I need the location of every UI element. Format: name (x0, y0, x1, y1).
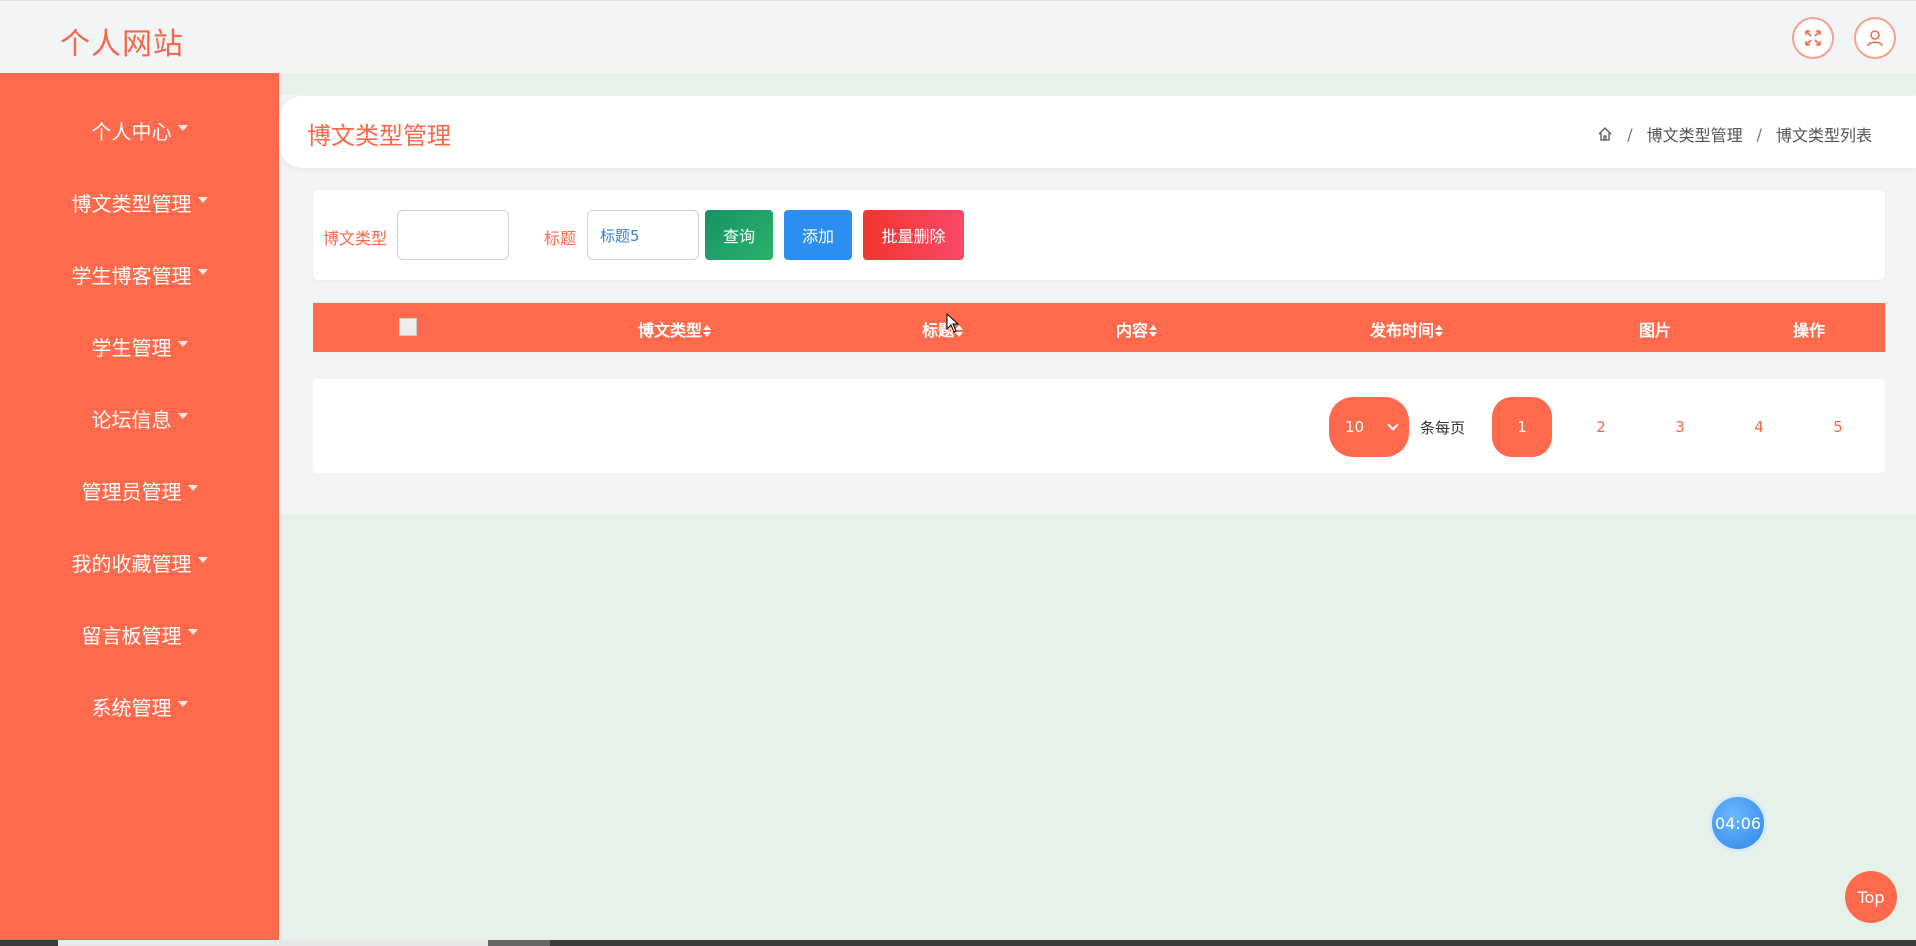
title-input[interactable] (587, 210, 699, 260)
sort-icon (703, 325, 712, 337)
sidebar-item-label: 博文类型管理 (71, 191, 192, 216)
breadcrumb-item[interactable]: 博文类型管理 (1647, 122, 1743, 146)
select-all-checkbox[interactable] (399, 318, 417, 336)
breadcrumb-item-current: 博文类型列表 (1775, 126, 1872, 145)
fullscreen-button[interactable] (1792, 17, 1834, 59)
back-to-top-button[interactable]: Top (1845, 871, 1897, 923)
home-icon[interactable] (1597, 126, 1613, 142)
sidebar-item-label: 个人中心 (91, 119, 172, 144)
blog-type-input[interactable] (397, 210, 509, 260)
main-top-band (279, 73, 1916, 95)
title-label: 标题 (544, 229, 577, 248)
sort-icon (1149, 325, 1158, 337)
caret-down-icon (197, 269, 208, 275)
column-header-blog-type[interactable]: 博文类型 (638, 317, 712, 341)
bottom-strip (0, 940, 1916, 946)
page-button-2[interactable]: 2 (1571, 397, 1631, 457)
sidebar-item-label: 系统管理 (91, 695, 172, 720)
caret-down-icon (197, 557, 208, 563)
column-header-label: 发布时间 (1370, 321, 1435, 340)
query-button[interactable]: 查询 (705, 210, 773, 260)
caret-down-icon (197, 197, 208, 203)
caret-down-icon (177, 125, 188, 131)
sidebar-item-label: 学生管理 (91, 335, 172, 360)
breadcrumb-separator: / (1627, 124, 1633, 144)
page-button-3[interactable]: 3 (1650, 397, 1710, 457)
user-icon (1867, 30, 1883, 47)
column-header-label: 博文类型 (638, 321, 703, 340)
page-size-value: 10 (1345, 418, 1365, 436)
sidebar-item-label: 管理员管理 (81, 479, 182, 504)
top-header: 个人网站 (0, 0, 1916, 73)
sidebar-item-label: 我的收藏管理 (71, 551, 192, 576)
sidebar-item-label: 留言板管理 (81, 623, 182, 648)
page-title: 博文类型管理 (307, 122, 451, 150)
page-size-select[interactable]: 10 (1329, 397, 1409, 457)
add-button[interactable]: 添加 (784, 210, 852, 260)
sidebar-item-message-board[interactable]: 留言板管理 (0, 610, 279, 658)
search-panel: 博文类型 标题 查询 添加 批量删除 (313, 190, 1885, 280)
page-button-5[interactable]: 5 (1808, 397, 1868, 457)
breadcrumb-separator: / (1756, 124, 1762, 144)
sidebar-item-student-blog-management[interactable]: 学生博客管理 (0, 250, 279, 298)
sidebar-item-student-management[interactable]: 学生管理 (0, 322, 279, 370)
site-title: 个人网站 (60, 27, 184, 62)
timer-badge[interactable]: 04:06 (1709, 794, 1767, 852)
caret-down-icon (177, 413, 188, 419)
column-header-label: 内容 (1116, 321, 1149, 340)
sidebar-item-blog-type-management[interactable]: 博文类型管理 (0, 178, 279, 226)
sidebar-item-forum[interactable]: 论坛信息 (0, 394, 279, 442)
caret-down-icon (177, 341, 188, 347)
sort-icon (1435, 325, 1444, 337)
bottom-strip-segment (488, 940, 550, 946)
pagination: 10 条每页 1 2 3 4 5 (313, 379, 1885, 473)
blog-type-label: 博文类型 (323, 229, 388, 248)
caret-down-icon (177, 701, 188, 707)
page-button-4[interactable]: 4 (1729, 397, 1789, 457)
column-header-content[interactable]: 内容 (1116, 317, 1158, 341)
batch-delete-button[interactable]: 批量删除 (863, 210, 964, 260)
sidebar-item-system-management[interactable]: 系统管理 (0, 682, 279, 730)
sidebar-item-admin-management[interactable]: 管理员管理 (0, 466, 279, 514)
sidebar-item-favorites-management[interactable]: 我的收藏管理 (0, 538, 279, 586)
column-header-publish-time[interactable]: 发布时间 (1370, 317, 1444, 341)
caret-down-icon (187, 485, 198, 491)
column-header-image: 图片 (1639, 321, 1672, 340)
bottom-strip-segment (58, 940, 488, 946)
mouse-cursor-icon (946, 313, 960, 333)
user-menu-button[interactable] (1854, 17, 1896, 59)
expand-icon (1805, 30, 1821, 46)
table-header: 博文类型 标题 内容 发布时间 图片 操作 (313, 303, 1885, 352)
column-header-actions: 操作 (1793, 321, 1826, 340)
chevron-down-icon (1387, 419, 1399, 431)
sidebar: 个人中心 博文类型管理 学生博客管理 学生管理 论坛信息 管理员管理 我的收藏管… (0, 73, 279, 946)
page-button-1[interactable]: 1 (1492, 397, 1552, 457)
breadcrumb: / 博文类型管理 / 博文类型列表 (1597, 122, 1872, 146)
caret-down-icon (187, 629, 198, 635)
sidebar-item-label: 论坛信息 (91, 407, 172, 432)
per-page-label: 条每页 (1420, 419, 1466, 437)
page-header: 博文类型管理 / 博文类型管理 / 博文类型列表 (279, 96, 1916, 168)
sidebar-item-personal-center[interactable]: 个人中心 (0, 106, 279, 154)
sidebar-item-label: 学生博客管理 (71, 263, 192, 288)
